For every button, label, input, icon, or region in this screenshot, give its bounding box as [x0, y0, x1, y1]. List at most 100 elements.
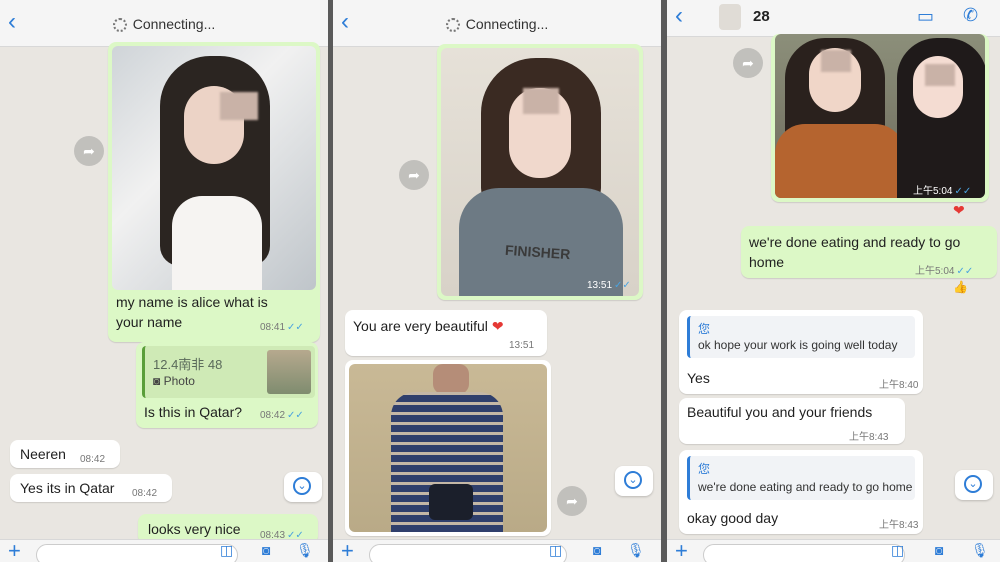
- double-check-icon: ✓✓: [956, 266, 974, 277]
- top-shape: [172, 196, 262, 290]
- mic-icon[interactable]: 🎙: [627, 542, 645, 559]
- incoming-message[interactable]: Neeren 08:42: [10, 440, 120, 468]
- face-shape: [433, 364, 469, 394]
- scroll-down-icon: ⌄: [964, 475, 982, 493]
- incoming-message[interactable]: You are very beautiful ❤ 13:51: [345, 310, 547, 356]
- photo-message[interactable]: 上午5:04 ✓✓: [771, 34, 989, 202]
- reply-author: 您: [698, 322, 711, 336]
- photo-message[interactable]: my name is alice what is your name 08:41…: [108, 42, 320, 342]
- forward-icon[interactable]: ➦: [74, 136, 104, 166]
- message-time: 08:42 ✓✓: [260, 410, 304, 421]
- message-time: 13:51 ✓✓: [587, 280, 631, 291]
- blur-box: [821, 50, 851, 72]
- back-chevron-icon[interactable]: ‹: [675, 4, 683, 28]
- message-photo[interactable]: [112, 46, 316, 290]
- input-bar: + ◫ ◙ 🎙: [0, 538, 328, 562]
- message-input[interactable]: [369, 544, 567, 562]
- message-time: 13:51: [509, 340, 535, 351]
- reply-quote[interactable]: 12.4南非 48 ◙ Photo: [142, 346, 315, 398]
- camera-icon: ◙: [153, 374, 164, 388]
- bag-shape: [429, 484, 473, 520]
- input-bar: + ◫ ◙ 🎙: [333, 538, 661, 562]
- scroll-down-button[interactable]: ⌄: [284, 472, 322, 502]
- blur-box: [523, 88, 559, 114]
- message-input[interactable]: [36, 544, 238, 562]
- video-call-icon[interactable]: ▭: [917, 6, 934, 27]
- blur-box: [925, 64, 955, 86]
- blur-box: [220, 92, 258, 120]
- forward-icon[interactable]: ➦: [557, 486, 587, 516]
- input-bar: + ◫ ◙ 🎙: [667, 538, 1000, 562]
- thumbs-up-icon: 👍: [953, 280, 968, 294]
- double-check-icon: ✓✓: [287, 410, 304, 421]
- outgoing-message[interactable]: we're done eating and ready to go home 上…: [741, 226, 997, 278]
- incoming-message[interactable]: Beautiful you and your friends 上午8:43: [679, 398, 905, 444]
- message-time: 08:42: [80, 454, 106, 465]
- reply-thumbnail: [267, 350, 311, 394]
- sticker-icon[interactable]: ◫: [549, 542, 562, 559]
- chat-screen-2: ‹ Connecting... FINISHER 13:51 ✓✓ ➦ You a…: [333, 0, 661, 562]
- double-check-icon: ✓✓: [614, 280, 631, 291]
- chat-screen-1: ‹ Connecting... my name is alice what is…: [0, 0, 328, 562]
- reply-quote[interactable]: 您 we're done eating and ready to go home: [687, 456, 915, 500]
- reply-text: we're done eating and ready to go home: [698, 480, 913, 494]
- message-photo[interactable]: FINISHER: [441, 48, 639, 296]
- message-time: 上午8:40: [879, 380, 919, 391]
- plus-icon[interactable]: +: [675, 538, 688, 562]
- avatar[interactable]: [719, 4, 741, 30]
- camera-icon[interactable]: ◙: [593, 542, 601, 558]
- incoming-message[interactable]: Yes its in Qatar 08:42: [10, 474, 172, 502]
- message-photo[interactable]: [349, 364, 547, 532]
- contact-name[interactable]: 28: [753, 8, 770, 25]
- incoming-reply-message[interactable]: 您 we're done eating and ready to go home…: [679, 450, 923, 534]
- heart-icon: ❤: [953, 202, 965, 218]
- scroll-down-icon: ⌄: [293, 477, 311, 495]
- heart-icon: ❤: [491, 318, 504, 334]
- camera-icon[interactable]: ◙: [935, 542, 943, 558]
- message-text: Yes its in Qatar: [20, 480, 115, 496]
- reply-label: ◙ Photo: [153, 374, 195, 388]
- message-time: 上午8:43: [849, 432, 889, 443]
- message-text: looks very nice: [148, 521, 241, 537]
- reply-author: 您: [698, 462, 711, 476]
- spinner-icon: [112, 18, 127, 32]
- connection-status: Connecting...: [333, 16, 661, 32]
- message-time: 上午5:04 ✓✓: [913, 186, 972, 197]
- message-text: You are very beautiful ❤: [353, 318, 504, 334]
- message-time: 上午8:43: [879, 520, 919, 531]
- double-check-icon: ✓✓: [287, 322, 304, 333]
- reply-text: ok hope your work is going well today: [698, 338, 898, 352]
- incoming-reply-message[interactable]: 您 ok hope your work is going well today …: [679, 310, 923, 394]
- reply-quote[interactable]: 您 ok hope your work is going well today: [687, 316, 915, 358]
- scroll-down-button[interactable]: ⌄: [955, 470, 993, 500]
- plus-icon[interactable]: +: [341, 538, 354, 562]
- message-text: Neeren: [20, 446, 66, 462]
- reply-message[interactable]: 12.4南非 48 ◙ Photo Is this in Qatar? 08:4…: [136, 342, 318, 428]
- camera-icon[interactable]: ◙: [262, 542, 270, 558]
- photo-message[interactable]: [345, 360, 551, 536]
- sweater-shape: [775, 124, 905, 198]
- message-time: 08:41 ✓✓: [260, 322, 304, 333]
- mic-icon[interactable]: 🎙: [296, 542, 314, 559]
- message-photo[interactable]: [775, 34, 985, 198]
- mic-icon[interactable]: 🎙: [971, 542, 989, 559]
- chat-screen-3: ‹ 28 ▭ ✆ 上午5:04 ✓✓ ➦ ❤ we're done eating …: [667, 0, 1000, 562]
- sticker-icon[interactable]: ◫: [220, 542, 233, 559]
- chat-header: ‹ Connecting...: [0, 0, 328, 47]
- scroll-down-button[interactable]: ⌄: [615, 466, 653, 496]
- message-time: 08:42: [132, 488, 158, 499]
- spinner-icon: [445, 18, 460, 32]
- scroll-down-icon: ⌄: [624, 471, 642, 489]
- double-check-icon: ✓✓: [954, 186, 972, 197]
- sticker-icon[interactable]: ◫: [891, 542, 904, 559]
- photo-message[interactable]: FINISHER 13:51 ✓✓: [437, 44, 643, 300]
- message-text: Beautiful you and your friends: [687, 404, 873, 420]
- forward-icon[interactable]: ➦: [733, 48, 763, 78]
- message-input[interactable]: [703, 544, 905, 562]
- message-text: Is this in Qatar?: [144, 404, 243, 420]
- phone-icon[interactable]: ✆: [963, 5, 978, 26]
- message-text: okay good day: [687, 510, 779, 526]
- chat-header: ‹ Connecting...: [333, 0, 661, 47]
- forward-icon[interactable]: ➦: [399, 160, 429, 190]
- plus-icon[interactable]: +: [8, 538, 21, 562]
